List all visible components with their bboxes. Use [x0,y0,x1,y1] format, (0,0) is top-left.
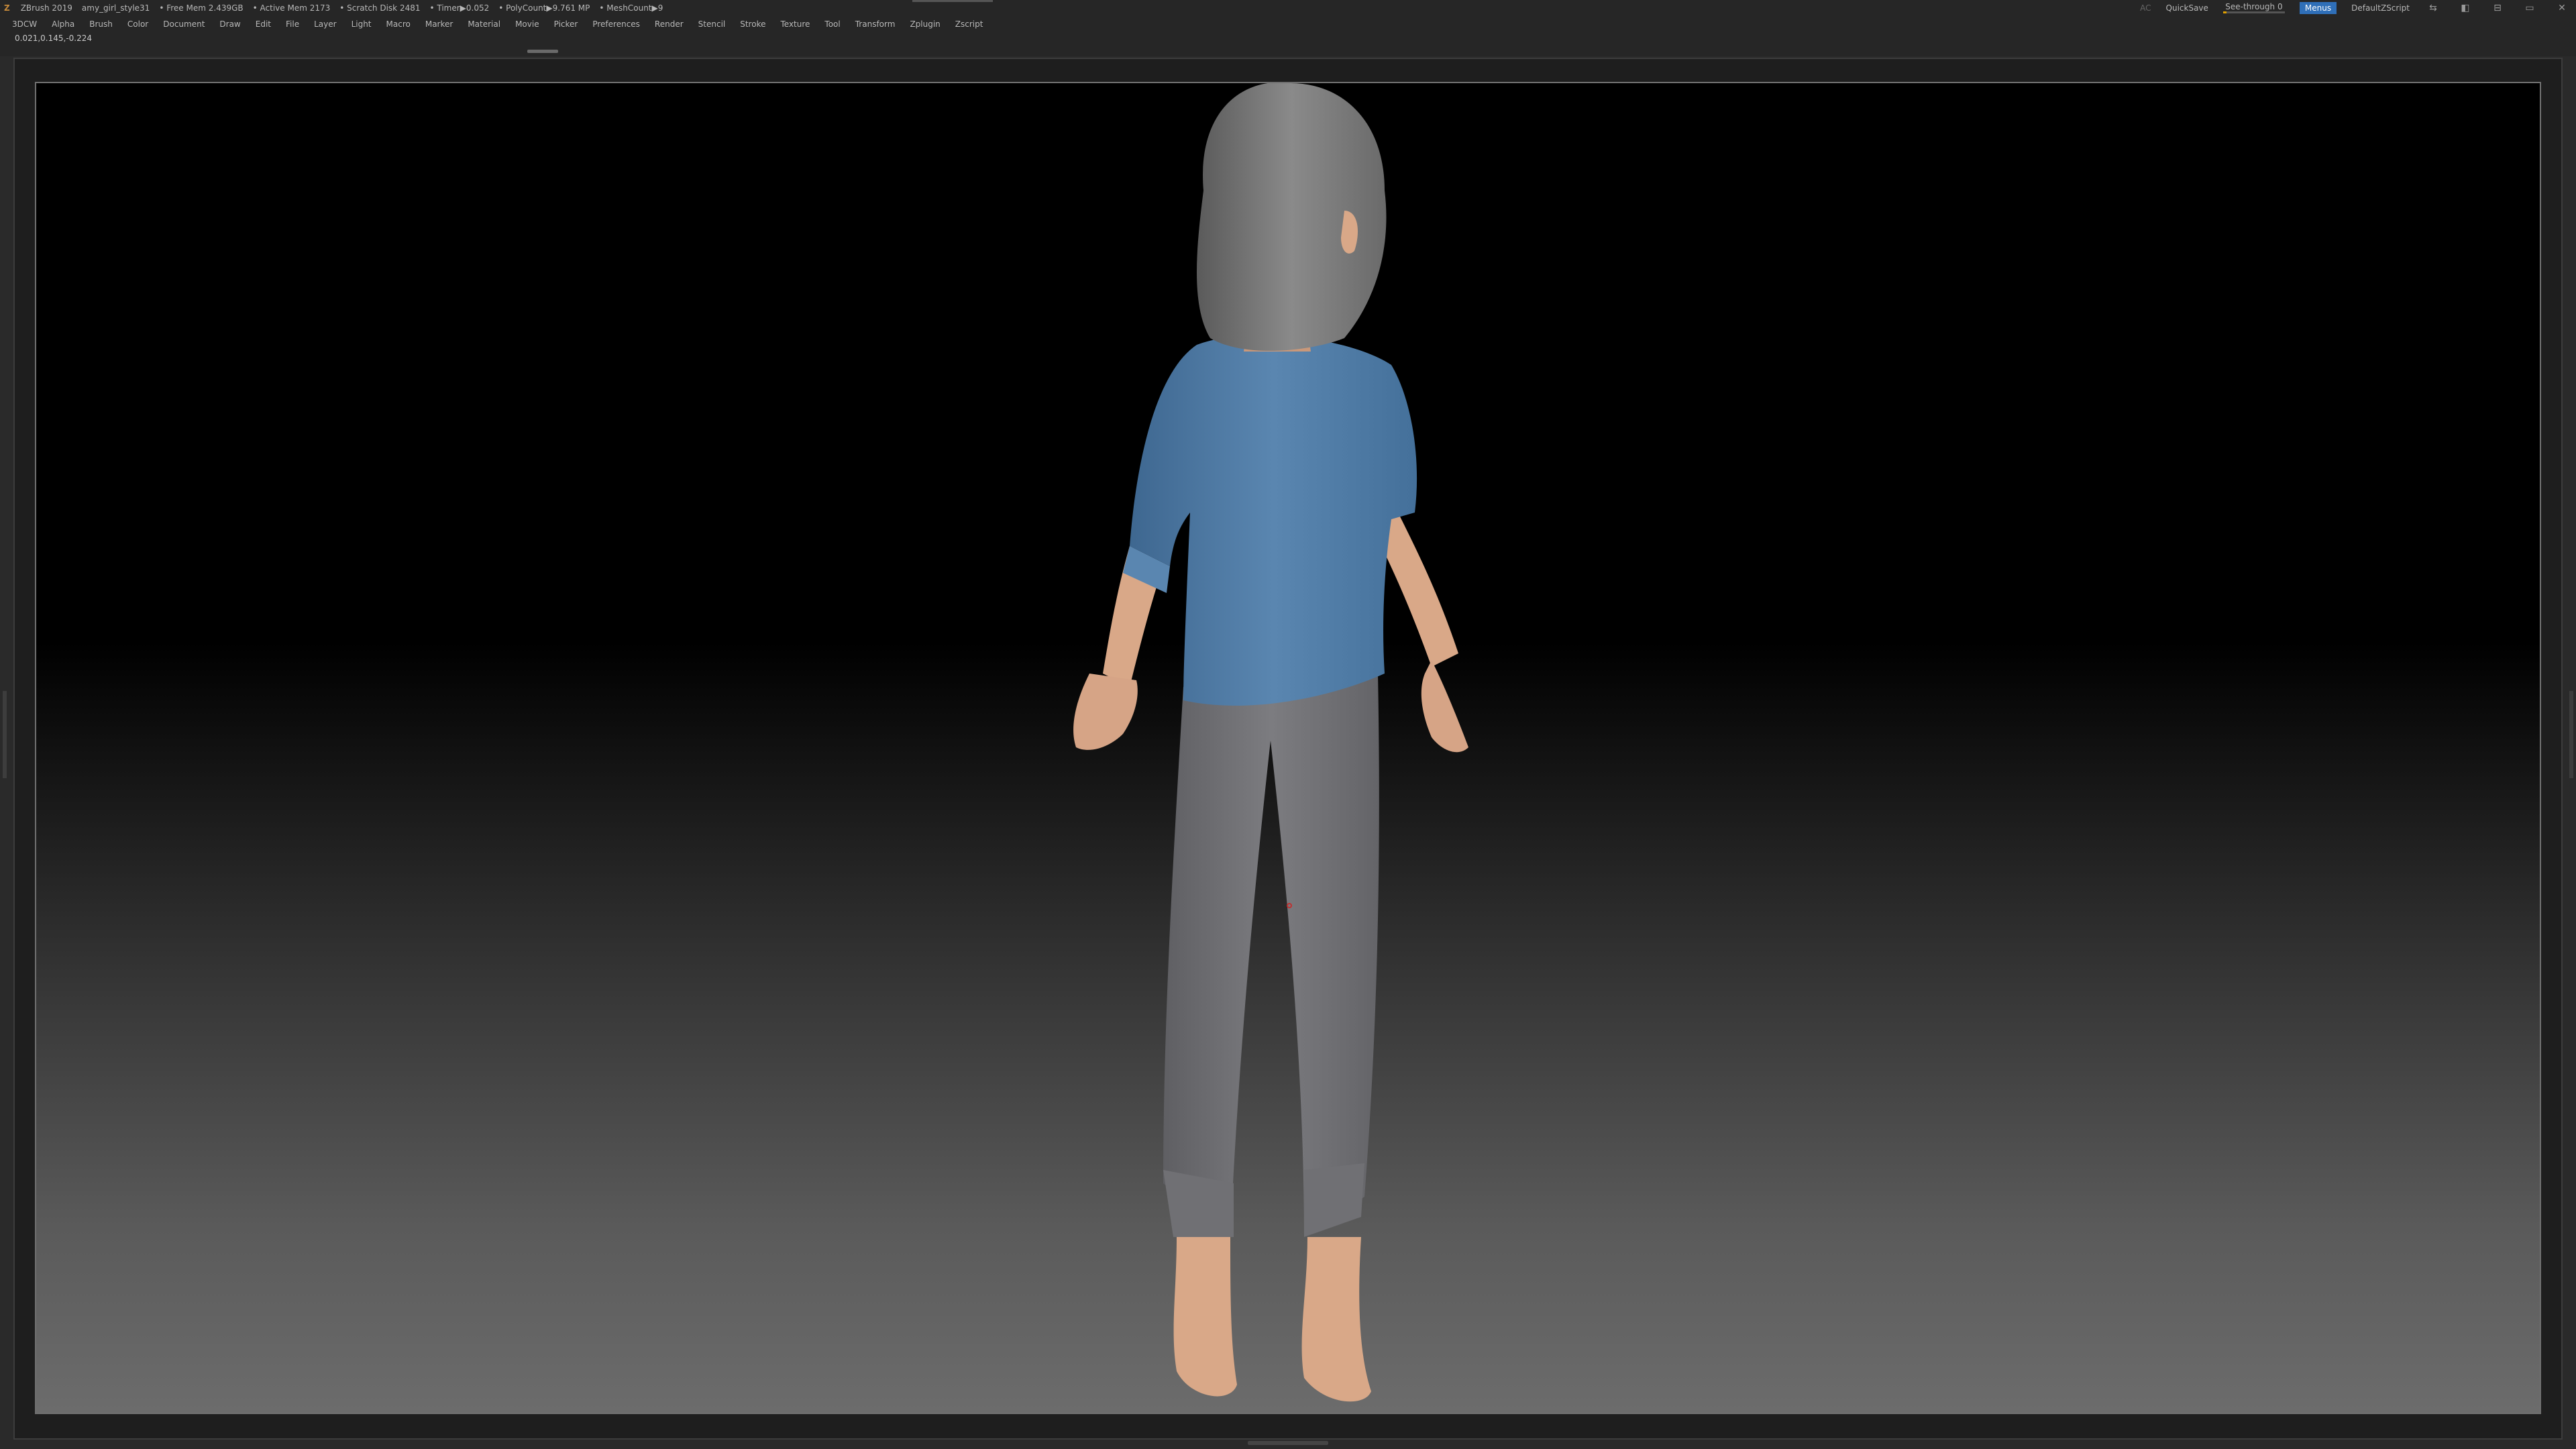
menus-toggle[interactable]: Menus [2299,2,2337,14]
quicksave-button[interactable]: QuickSave [2166,0,2208,16]
ac-button[interactable]: AC [2140,0,2151,16]
menu-item-alpha[interactable]: Alpha [52,16,74,32]
menu-item-render[interactable]: Render [655,16,684,32]
app-name: ZBrush 2019 [20,3,72,13]
scratch-disk: • Scratch Disk 2481 [339,3,421,13]
zbrush-logo-icon: Z [4,3,10,13]
project-name: amy_girl_style31 [81,3,150,13]
menu-item-zscript[interactable]: Zscript [955,16,983,32]
right-hand [1421,660,1468,753]
menu-item-stroke[interactable]: Stroke [740,16,765,32]
menu-item-picker[interactable]: Picker [554,16,578,32]
polycount: • PolyCount▶9.761 MP [498,3,590,13]
bottom-tray-handle[interactable] [1248,1441,1328,1445]
free-mem: • Free Mem 2.439GB [159,3,244,13]
menu-item-transform[interactable]: Transform [855,16,896,32]
close-icon[interactable]: ✕ [2553,0,2571,16]
menu-item-draw[interactable]: Draw [219,16,240,32]
menu-item-material[interactable]: Material [468,16,500,32]
ui-layout-icon[interactable]: ◧ [2457,0,2474,16]
menu-item-brush[interactable]: Brush [89,16,113,32]
right-tray-handle[interactable] [2569,691,2573,778]
menu-item-document[interactable]: Document [163,16,205,32]
right-arm [1378,506,1458,667]
menu-item-preferences[interactable]: Preferences [592,16,640,32]
menu-item-light[interactable]: Light [352,16,372,32]
shelf-drag-handle[interactable] [527,50,558,53]
timer: • Timer▶0.052 [429,3,490,13]
menu-item-texture[interactable]: Texture [780,16,810,32]
menu-item-tool[interactable]: Tool [824,16,840,32]
shirt [1130,335,1417,706]
meshcount: • MeshCount▶9 [599,3,663,13]
title-bar: Z ZBrush 2019 amy_girl_style31 • Free Me… [0,0,2576,16]
swap-layout-icon[interactable]: ⇆ [2424,0,2442,16]
left-leg [1173,1237,1237,1397]
right-cuff [1304,1163,1364,1237]
model-figure [1073,83,1468,1402]
menu-item-edit[interactable]: Edit [256,16,271,32]
see-through-track[interactable] [2222,11,2285,13]
see-through-label: See-through 0 [2225,2,2283,11]
default-zscript-button[interactable]: DefaultZScript [2351,0,2410,16]
menu-item-file[interactable]: File [286,16,299,32]
menu-item-layer[interactable]: Layer [314,16,336,32]
menu-item-movie[interactable]: Movie [515,16,539,32]
minimize-icon[interactable]: ⊟ [2489,0,2506,16]
menu-item-3dcw[interactable]: 3DCW [12,16,37,32]
left-hand [1073,674,1138,750]
menu-item-zplugin[interactable]: Zplugin [910,16,940,32]
viewport-canvas[interactable] [35,82,2541,1414]
active-mem: • Active Mem 2173 [252,3,331,13]
menu-bar: 3DCW Alpha Brush Color Document Draw Edit File L… [0,16,2576,32]
menu-item-stencil[interactable]: Stencil [698,16,726,32]
pants [1163,674,1379,1237]
right-leg [1301,1237,1371,1402]
see-through-slider[interactable]: See-through 0 [2222,2,2285,13]
maximize-icon[interactable]: ▭ [2521,0,2538,16]
hair [1197,83,1387,351]
cursor-coordinates: 0.021,0.145,-0.224 [15,34,93,43]
info-bar: 0.021,0.145,-0.224 [0,32,2576,56]
menu-item-marker[interactable]: Marker [425,16,453,32]
see-through-fill [2222,11,2227,13]
menu-items: 3DCW Alpha Brush Color Document Draw Edit File L… [12,16,983,32]
title-drag-indicator [912,0,993,2]
menu-item-color[interactable]: Color [127,16,148,32]
menu-item-macro[interactable]: Macro [386,16,411,32]
left-tray-handle[interactable] [3,691,7,778]
